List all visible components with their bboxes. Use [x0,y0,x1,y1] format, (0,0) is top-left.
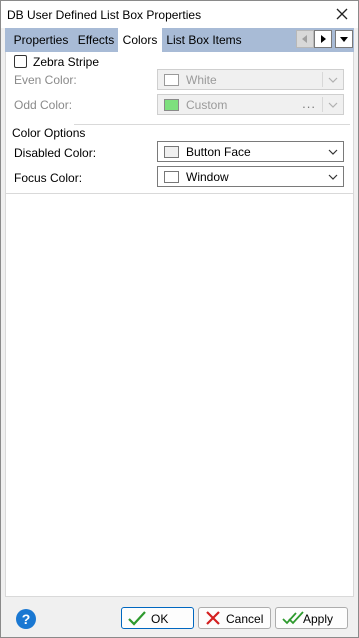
double-checkmark-icon [282,611,304,625]
tab-list-box-items[interactable]: List Box Items [164,32,244,50]
colors-tab-panel: Zebra Stripe Even Color: White Odd Color… [5,52,354,597]
color-options-divider [74,124,350,125]
odd-color-more-button[interactable]: ... [302,96,316,111]
disabled-color-select[interactable]: Button Face [157,141,344,162]
group-bottom-divider [6,193,353,194]
tab-effects[interactable]: Effects [75,32,117,50]
title-bar: DB User Defined List Box Properties [1,1,358,28]
red-x-icon [206,611,220,625]
close-icon [336,8,348,20]
zebra-stripe-label: Zebra Stripe [33,55,100,69]
cancel-button-label: Cancel [226,612,264,626]
chevron-down-icon [328,77,338,83]
properties-dialog: DB User Defined List Box Properties Prop… [0,0,359,638]
help-button[interactable]: ? [16,609,36,629]
even-color-value: White [186,73,217,87]
tab-strip: Properties Effects Colors List Box Items [5,28,354,52]
disabled-color-swatch [164,146,179,158]
disabled-color-value: Button Face [186,145,251,159]
tab-colors[interactable]: Colors [118,28,162,52]
close-button[interactable] [332,5,352,23]
chevron-down-icon [328,102,338,108]
odd-color-swatch [164,99,179,111]
arrow-left-icon [302,35,307,43]
focus-color-select[interactable]: Window [157,166,344,187]
even-color-label: Even Color: [14,73,77,87]
even-color-separator [322,72,323,87]
apply-button-label: Apply [303,612,334,626]
cancel-button[interactable]: Cancel [198,607,271,629]
even-color-swatch [164,74,179,86]
ok-button[interactable]: OK [121,607,194,629]
disabled-color-label: Disabled Color: [14,146,97,160]
chevron-down-icon [328,149,338,155]
odd-color-value: Custom [186,98,228,112]
focus-color-value: Window [186,170,229,184]
tab-list-dropdown-button[interactable] [335,30,353,48]
tab-scroll-right-button[interactable] [314,30,332,48]
zebra-stripe-checkbox[interactable] [14,55,27,68]
dialog-button-bar: ? OK Cancel Apply [1,599,358,637]
tab-scroll-left-button[interactable] [296,30,314,48]
even-color-select[interactable]: White [157,69,344,90]
checkmark-icon [128,611,146,626]
odd-color-select[interactable]: Custom ... [157,94,344,115]
arrow-down-icon [340,37,348,42]
apply-button[interactable]: Apply [275,607,348,629]
odd-color-separator [322,97,323,112]
ok-button-label: OK [151,612,169,626]
tab-properties[interactable]: Properties [10,32,72,50]
window-title: DB User Defined List Box Properties [7,8,202,22]
color-options-group-label: Color Options [12,126,86,140]
odd-color-label: Odd Color: [14,98,73,112]
focus-color-swatch [164,171,179,183]
chevron-down-icon [328,174,338,180]
arrow-right-icon [321,35,326,43]
focus-color-label: Focus Color: [14,171,83,185]
